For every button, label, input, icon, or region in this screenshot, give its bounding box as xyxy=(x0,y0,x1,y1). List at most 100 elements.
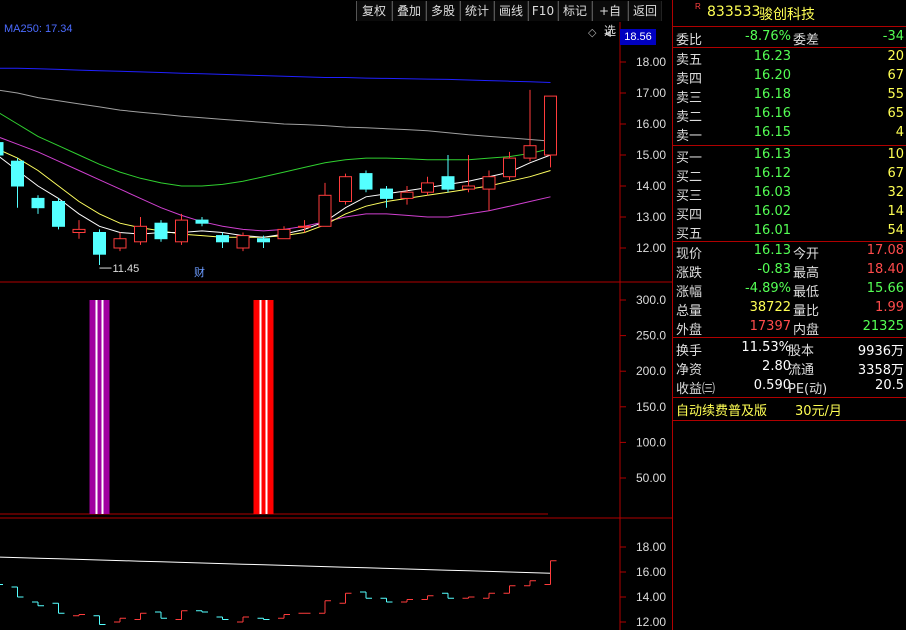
stat-row: 现价 16.13 今开 17.08 xyxy=(673,242,906,262)
volume-tick-label: 200.0 xyxy=(636,364,666,378)
candle-body xyxy=(482,176,496,190)
margin-flag: R xyxy=(695,2,701,11)
bid-volume: 67 xyxy=(887,166,904,181)
fundamental-label: 净资 xyxy=(676,363,703,378)
bid-volume: 54 xyxy=(887,223,904,238)
candle-body xyxy=(339,176,352,202)
candle-body xyxy=(93,232,106,255)
stat-label: 最高 xyxy=(793,266,820,281)
stat-label: 今开 xyxy=(793,247,820,262)
moving-average-line xyxy=(0,149,551,238)
ask-row[interactable]: 卖一 16.15 4 xyxy=(673,124,906,144)
stat-value: 38722 xyxy=(749,300,791,315)
ask-price: 16.16 xyxy=(753,106,791,121)
bid-row[interactable]: 买二 16.12 67 xyxy=(673,165,906,185)
earnings-event-marker[interactable]: 财 xyxy=(194,265,205,279)
candle-body xyxy=(31,197,45,209)
stock-name[interactable]: 骏创科技 xyxy=(759,4,815,24)
toolbar-button-4[interactable]: 画线 xyxy=(494,1,528,21)
toolbar-button-6[interactable]: 标记 xyxy=(558,1,592,21)
bottom-tick-label: 12.00 xyxy=(636,615,666,629)
bid-price: 16.01 xyxy=(753,223,791,238)
weibi-row: 委比 -8.76% 委差 -34 xyxy=(673,28,906,48)
volume-tick-label: 50.00 xyxy=(636,471,666,485)
volume-tick-label: 150.0 xyxy=(636,400,666,414)
stat-label: 量比 xyxy=(793,304,820,319)
toolbar-button-2[interactable]: 多股 xyxy=(426,1,460,21)
toolbar-button-3[interactable]: 统计 xyxy=(460,1,494,21)
bid-price: 16.02 xyxy=(753,204,791,219)
kline-chart[interactable]: 18.00 17.00 16.00 15.00 14.00 13.00 12.00 300.0… xyxy=(0,0,672,630)
stat-label: 涨跌 xyxy=(676,266,703,281)
stat-row: 涨跌 -0.83 最高 18.40 xyxy=(673,261,906,281)
price-tick-label: 17.00 xyxy=(636,86,666,100)
candle-body xyxy=(318,194,332,227)
ask-volume: 4 xyxy=(895,125,904,140)
ask-row[interactable]: 卖四 16.20 67 xyxy=(673,67,906,87)
moving-average-line xyxy=(0,112,551,187)
candle-body xyxy=(544,95,557,156)
weicha-label: 委差 xyxy=(793,33,820,48)
toolbar-button-8[interactable]: 返回 xyxy=(628,1,662,21)
bid-row[interactable]: 买三 16.03 32 xyxy=(673,184,906,204)
quote-panel: R 833533 骏创科技 委比 -8.76% 委差 -34 卖五 16.23 20… xyxy=(672,0,906,630)
candle-body xyxy=(503,157,516,178)
ask-row[interactable]: 卖三 16.18 55 xyxy=(673,86,906,106)
toolbar-button-5[interactable]: F10 xyxy=(528,1,558,21)
fundamental-label: 收益㈢ xyxy=(676,382,716,397)
bottom-tick-label: 14.00 xyxy=(636,590,666,604)
bid-row[interactable]: 买四 16.02 14 xyxy=(673,203,906,223)
moving-average-line xyxy=(0,89,551,142)
ask-label: 卖四 xyxy=(676,72,703,87)
stat-value: 1.99 xyxy=(875,300,904,315)
toolbar-button-1[interactable]: 叠加 xyxy=(392,1,426,21)
ask-label: 卖五 xyxy=(676,53,703,68)
stat-label: 内盘 xyxy=(793,323,820,338)
stat-value: 16.13 xyxy=(753,243,791,258)
ask-row[interactable]: 卖五 16.23 20 xyxy=(673,48,906,68)
subscription-promo[interactable]: 自动续费普及版 30元/月 xyxy=(673,398,906,420)
candle-body xyxy=(175,219,188,243)
volume-bar xyxy=(253,300,274,514)
candle-body xyxy=(421,182,434,193)
toolbar-button-0[interactable]: 复权 xyxy=(356,1,392,21)
bid-row[interactable]: 买五 16.01 54 xyxy=(673,222,906,242)
candle-body xyxy=(11,160,24,187)
price-tick-label: 12.00 xyxy=(636,241,666,255)
bottom-tick-label: 16.00 xyxy=(636,565,666,579)
stat-row: 涨幅 -4.89% 最低 15.66 xyxy=(673,280,906,300)
candle-body xyxy=(359,173,373,190)
weibi-label: 委比 xyxy=(676,33,703,48)
price-tick-label: 13.00 xyxy=(636,210,666,224)
bid-row[interactable]: 买一 16.13 10 xyxy=(673,146,906,166)
fundamental-label: PE(动) xyxy=(788,382,828,397)
candle-body xyxy=(380,188,393,199)
candle-body xyxy=(523,145,537,159)
divider xyxy=(673,26,906,27)
fundamental-value: 0.590 xyxy=(753,378,791,393)
candle-body xyxy=(72,228,86,233)
ask-volume: 20 xyxy=(887,49,904,64)
bid-label: 买四 xyxy=(676,208,703,223)
volume-tick-label: 250.0 xyxy=(636,329,666,343)
stat-row: 总量 38722 量比 1.99 xyxy=(673,299,906,319)
promo-price: 30元/月 xyxy=(795,404,842,419)
toolbar-button-7[interactable]: +自选 xyxy=(592,1,628,38)
stat-label: 最低 xyxy=(793,285,820,300)
weicha-value: -34 xyxy=(882,29,904,44)
ask-price: 16.15 xyxy=(753,125,791,140)
ask-volume: 55 xyxy=(887,87,904,102)
bid-label: 买三 xyxy=(676,189,703,204)
price-tick-label: 15.00 xyxy=(636,148,666,162)
diamond-icon[interactable]: ◇ xyxy=(588,26,597,39)
low-annotation: 11.45 xyxy=(113,263,140,275)
moving-average-line xyxy=(0,154,551,238)
stock-code[interactable]: 833533 xyxy=(707,4,760,20)
candle-body xyxy=(236,235,250,249)
fundamental-value: 9936万 xyxy=(857,344,904,359)
volume-bar xyxy=(89,300,110,514)
stat-value: -0.83 xyxy=(757,262,791,277)
fundamental-row: 收益㈢ 0.590 PE(动) 20.5 xyxy=(673,377,906,397)
ask-row[interactable]: 卖二 16.16 65 xyxy=(673,105,906,125)
ask-label: 卖三 xyxy=(676,91,703,106)
